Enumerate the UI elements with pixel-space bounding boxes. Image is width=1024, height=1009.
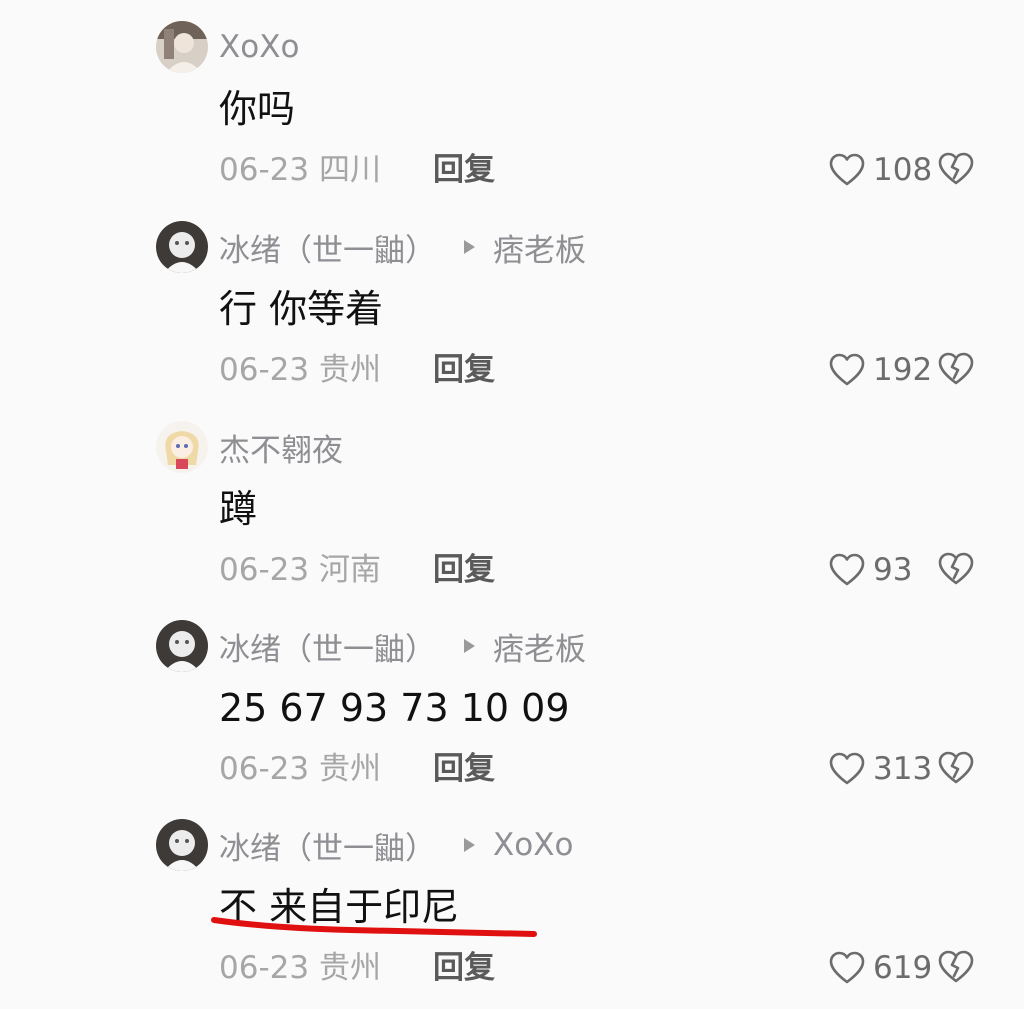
reply-to-username[interactable]: 痞老板 [493,624,586,669]
heart-outline-icon [829,153,865,186]
reply-button[interactable]: 回复 [433,550,495,590]
username[interactable]: 冰绪（世一鼬） [219,823,436,868]
comment-author-row: 杰不翱夜 [219,425,343,470]
like-button[interactable]: 108 [829,149,932,191]
username[interactable]: 冰绪（世一鼬） [219,624,436,669]
like-count: 619 [873,950,933,986]
comment-author-row: 冰绪（世一鼬） XoXo [219,823,573,868]
reply-button[interactable]: 回复 [433,749,495,789]
comment-item: 冰绪（世一鼬） 痞老板 行 你等着 06-23 贵州 回复 192 [0,200,1024,400]
reply-button[interactable]: 回复 [433,350,495,390]
avatar[interactable] [156,21,208,73]
dislike-button[interactable] [938,151,974,187]
comment-author-row: 冰绪（世一鼬） 痞老板 [219,225,586,270]
avatar[interactable] [156,819,208,871]
like-button[interactable]: 313 [829,748,932,790]
dislike-button[interactable] [938,750,974,786]
reply-button[interactable]: 回复 [433,150,495,190]
dislike-button[interactable] [938,949,974,985]
comment-meta: 06-23 贵州 [219,350,381,390]
triangle-right-icon [464,240,475,254]
comment-text: 你吗 [219,87,296,131]
reply-to-username[interactable]: 痞老板 [493,225,586,270]
username[interactable]: XoXo [219,29,299,65]
like-count: 93 [873,552,913,588]
comment-author-row: XoXo [219,26,299,68]
like-button[interactable]: 93 [829,549,912,591]
broken-heart-icon [938,152,974,185]
comment-text: 25 67 93 73 10 09 [219,686,570,730]
comment-meta: 06-23 河南 [219,550,381,590]
comment-date: 06-23 [219,152,310,188]
like-button[interactable]: 192 [829,349,932,391]
comment-text: 蹲 [219,487,258,531]
comment-date: 06-23 [219,552,310,588]
heart-outline-icon [829,553,865,586]
comment-author-row: 冰绪（世一鼬） 痞老板 [219,624,586,669]
dislike-button[interactable] [938,351,974,387]
comment-item: 冰绪（世一鼬） XoXo 不 来自于印尼 06-23 贵州 回复 619 [0,798,1024,998]
comment-date: 06-23 [219,950,310,986]
broken-heart-icon [938,751,974,784]
comment-item: 冰绪（世一鼬） 痞老板 25 67 93 73 10 09 06-23 贵州 回… [0,599,1024,799]
comment-meta: 06-23 贵州 [219,749,381,789]
comment-location: 河南 [318,552,381,588]
avatar[interactable] [156,620,208,672]
comment-meta: 06-23 贵州 [219,948,381,988]
comment-date: 06-23 [219,751,310,787]
comment-location: 贵州 [318,950,381,986]
like-button[interactable]: 619 [829,947,932,989]
avatar[interactable] [156,221,208,273]
triangle-right-icon [464,639,475,653]
heart-outline-icon [829,951,865,984]
broken-heart-icon [938,552,974,585]
comment-date: 06-23 [219,352,310,388]
comment-location: 四川 [318,152,381,188]
like-count: 108 [873,152,933,188]
comment-meta: 06-23 四川 [219,150,381,190]
triangle-right-icon [464,838,475,852]
heart-outline-icon [829,353,865,386]
comment-item: XoXo 你吗 06-23 四川 回复 108 [0,0,1024,200]
username[interactable]: 杰不翱夜 [219,425,343,470]
like-count: 313 [873,751,933,787]
username[interactable]: 冰绪（世一鼬） [219,225,436,270]
reply-to-username[interactable]: XoXo [493,827,573,863]
dislike-button[interactable] [938,551,974,587]
broken-heart-icon [938,950,974,983]
avatar[interactable] [156,421,208,473]
broken-heart-icon [938,352,974,385]
comment-location: 贵州 [318,352,381,388]
comment-location: 贵州 [318,751,381,787]
comment-item: 杰不翱夜 蹲 06-23 河南 回复 93 [0,400,1024,600]
comment-text: 行 你等着 [219,287,384,331]
red-underline-annotation [211,917,537,937]
reply-button[interactable]: 回复 [433,948,495,988]
like-count: 192 [873,352,933,388]
heart-outline-icon [829,752,865,785]
